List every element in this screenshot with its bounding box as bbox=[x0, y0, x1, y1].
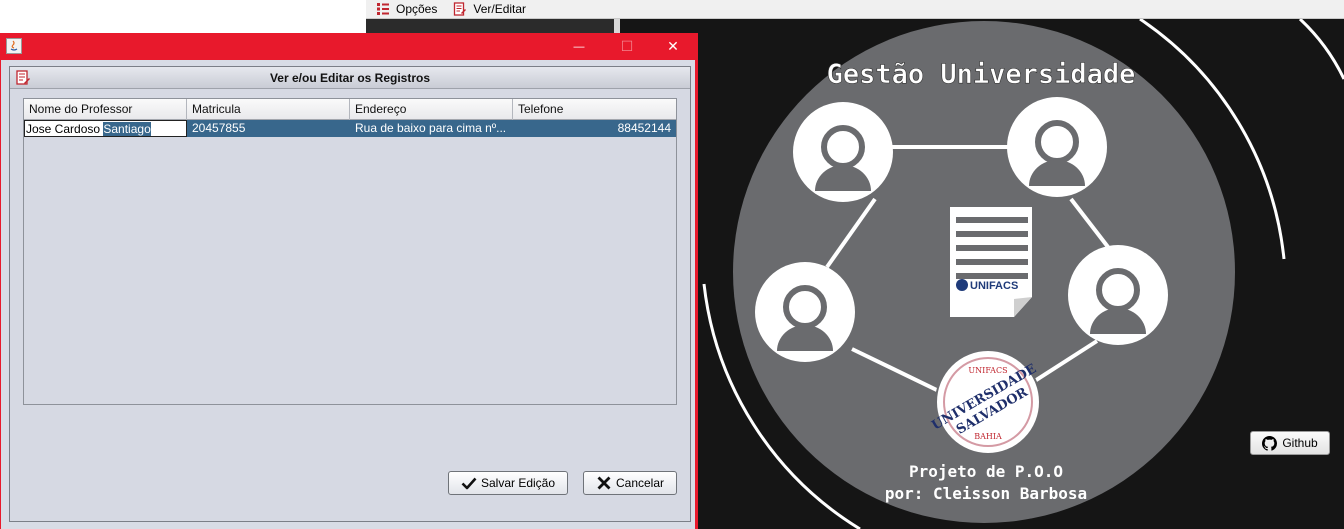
person-icon bbox=[1068, 245, 1168, 345]
window-client-area: Ver e/ou Editar os Registros Nome do Pro… bbox=[1, 60, 695, 529]
cell-nome-text: Jose Cardoso bbox=[26, 122, 104, 136]
person-icon bbox=[793, 102, 893, 202]
cancel-button-label: Cancelar bbox=[615, 476, 665, 490]
internal-frame-title: Ver e/ou Editar os Registros bbox=[269, 70, 431, 85]
x-icon bbox=[597, 476, 611, 490]
cancel-button[interactable]: Cancelar bbox=[583, 471, 677, 495]
cell-matricula[interactable]: 20457855 bbox=[187, 120, 350, 137]
github-icon bbox=[1262, 435, 1278, 451]
edit-document-icon bbox=[16, 70, 30, 85]
checkmark-icon bbox=[461, 477, 477, 490]
edit-records-window: — ☐ ✕ Ver e/ou Editar os Registros Nome bbox=[0, 33, 698, 529]
java-app-icon bbox=[6, 38, 22, 54]
person-icon bbox=[755, 262, 855, 362]
minimize-button[interactable]: — bbox=[556, 33, 602, 60]
github-button-label: Github bbox=[1282, 436, 1318, 450]
list-icon bbox=[377, 3, 389, 15]
decorative-arc bbox=[1298, 19, 1344, 80]
cell-nome-selected-text: Santiago bbox=[103, 122, 151, 136]
footer-line-2: por: Cleisson Barbosa bbox=[885, 484, 1087, 503]
column-header-endereco[interactable]: Endereço bbox=[350, 99, 513, 120]
background-blank-area bbox=[0, 0, 366, 34]
gestao-universidade-artwork: UNIFACS UNIFACS UNIVERSIDADE SALVADOR BA… bbox=[702, 19, 1344, 529]
maximize-button[interactable]: ☐ bbox=[604, 33, 650, 60]
close-icon: ✕ bbox=[667, 38, 679, 54]
maximize-icon: ☐ bbox=[620, 38, 634, 54]
column-header-nome[interactable]: Nome do Professor bbox=[24, 99, 187, 120]
records-table: Nome do Professor Matricula Endereço Tel… bbox=[23, 98, 677, 405]
window-title-bar[interactable]: — ☐ ✕ bbox=[0, 33, 698, 60]
cell-telefone[interactable]: 88452144 bbox=[513, 120, 676, 137]
menu-ver-editar[interactable]: Ver/Editar bbox=[443, 0, 532, 19]
internal-frame-title-bar[interactable]: Ver e/ou Editar os Registros bbox=[10, 67, 690, 89]
app-title: Gestão Universidade bbox=[827, 59, 1136, 90]
footer-line-1: Projeto de P.O.O bbox=[909, 462, 1063, 481]
github-button[interactable]: Github bbox=[1250, 431, 1330, 455]
column-header-matricula[interactable]: Matricula bbox=[187, 99, 350, 120]
column-header-telefone[interactable]: Telefone bbox=[513, 99, 676, 120]
edit-document-icon bbox=[454, 2, 467, 16]
menu-opcoes-label: Opções bbox=[396, 2, 438, 16]
close-button[interactable]: ✕ bbox=[650, 33, 696, 60]
unifacs-logo-text: UNIFACS bbox=[970, 280, 1018, 292]
menu-ver-editar-label: Ver/Editar bbox=[473, 2, 527, 16]
document-icon: UNIFACS bbox=[950, 207, 1032, 317]
save-edit-button[interactable]: Salvar Edição bbox=[448, 471, 568, 495]
table-header: Nome do Professor Matricula Endereço Tel… bbox=[24, 99, 676, 120]
internal-frame: Ver e/ou Editar os Registros Nome do Pro… bbox=[9, 66, 691, 522]
table-row[interactable]: Jose Cardoso Santiago 20457855 Rua de ba… bbox=[24, 120, 676, 137]
save-edit-button-label: Salvar Edição bbox=[480, 476, 556, 490]
seal-top-text: UNIFACS bbox=[968, 366, 1007, 375]
seal-bottom-text: BAHIA bbox=[974, 432, 1002, 441]
background-strip bbox=[366, 19, 620, 34]
menu-opcoes[interactable]: Opções bbox=[366, 0, 443, 19]
minimize-icon: — bbox=[573, 40, 585, 53]
cell-endereco[interactable]: Rua de baixo para cima nº... bbox=[350, 120, 513, 137]
menu-bar: Opções Ver/Editar bbox=[366, 0, 1344, 19]
person-icon bbox=[1007, 97, 1107, 197]
cell-nome-editor[interactable]: Jose Cardoso Santiago bbox=[24, 120, 187, 137]
